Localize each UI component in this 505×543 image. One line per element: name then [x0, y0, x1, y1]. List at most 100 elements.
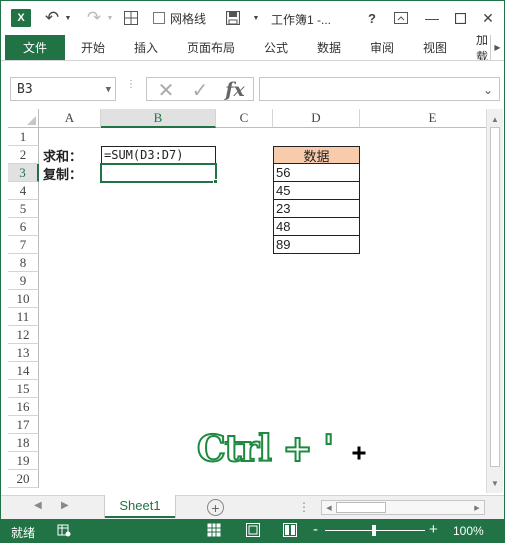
column-header-e[interactable]: E: [360, 109, 486, 128]
row-header-7[interactable]: 7: [8, 236, 39, 254]
row-header-16[interactable]: 16: [8, 398, 39, 416]
horizontal-scrollbar[interactable]: ◀ ▶: [321, 500, 485, 515]
active-cell-b3[interactable]: [100, 163, 217, 183]
status-text: 就绪: [11, 526, 36, 540]
column-header-a[interactable]: A: [39, 109, 101, 128]
tab-view[interactable]: 视图: [423, 35, 447, 60]
add-sheet-button[interactable]: +: [207, 499, 224, 516]
name-box-dropdown-icon[interactable]: ▼: [106, 85, 111, 95]
cell-d7[interactable]: 89: [273, 236, 360, 254]
sheet-next-icon[interactable]: ▶: [61, 500, 69, 511]
close-icon[interactable]: ✕: [477, 1, 499, 35]
vertical-scroll-thumb[interactable]: [490, 127, 500, 467]
cell-a2[interactable]: 求和：: [41, 146, 101, 165]
tab-insert[interactable]: 插入: [134, 35, 158, 60]
redo-icon[interactable]: ↷: [83, 1, 105, 35]
column-header-d[interactable]: D: [273, 109, 360, 128]
horizontal-scroll-thumb[interactable]: [336, 502, 386, 513]
scroll-up-icon[interactable]: ▲: [487, 111, 503, 127]
row-header-1[interactable]: 1: [8, 128, 39, 146]
tab-file[interactable]: 文件: [5, 35, 65, 60]
ribbon-scroll-right-icon[interactable]: ▶: [490, 35, 504, 60]
tab-page-layout[interactable]: 页面布局: [187, 35, 235, 60]
tab-home[interactable]: 开始: [81, 35, 105, 60]
help-icon[interactable]: ?: [363, 1, 381, 35]
row-header-2[interactable]: 2: [8, 146, 39, 164]
vertical-scrollbar[interactable]: ▲ ▼: [486, 109, 503, 493]
column-header-b[interactable]: B: [101, 109, 216, 128]
zoom-out-button[interactable]: -: [313, 521, 318, 538]
quick-access-dropdown-icon[interactable]: ▼: [249, 1, 263, 35]
tab-data[interactable]: 数据: [317, 35, 341, 60]
row-header-8[interactable]: 8: [8, 254, 39, 272]
cancel-icon[interactable]: ✕: [151, 79, 181, 102]
cell-a3[interactable]: 复制：: [41, 164, 101, 183]
row-header-17[interactable]: 17: [8, 416, 39, 434]
row-header-18[interactable]: 18: [8, 434, 39, 452]
redo-dropdown-icon[interactable]: ▼: [105, 1, 115, 35]
fill-handle[interactable]: [213, 179, 218, 184]
status-bar: 就绪 - + 100%: [1, 519, 504, 542]
undo-dropdown-icon[interactable]: ▼: [63, 1, 73, 35]
row-header-20[interactable]: 20: [8, 470, 39, 488]
enter-icon[interactable]: ✓: [185, 79, 215, 102]
row-header-11[interactable]: 11: [8, 308, 39, 326]
row-header-15[interactable]: 15: [8, 380, 39, 398]
row-header-5[interactable]: 5: [8, 200, 39, 218]
name-box-value: B3: [17, 81, 33, 97]
cell-d2[interactable]: 数据: [273, 146, 360, 165]
row-header-4[interactable]: 4: [8, 182, 39, 200]
save-icon[interactable]: [223, 1, 243, 35]
undo-icon[interactable]: ↶: [41, 1, 63, 35]
zoom-slider-thumb[interactable]: [372, 525, 376, 536]
cell-d4[interactable]: 45: [273, 182, 360, 200]
sheet-prev-icon[interactable]: ◀: [34, 500, 42, 511]
normal-view-icon[interactable]: [207, 523, 221, 537]
column-header-c[interactable]: C: [216, 109, 273, 128]
cell-d3[interactable]: 56: [273, 164, 360, 182]
row-header-6[interactable]: 6: [8, 218, 39, 236]
gridlines-checkbox[interactable]: [153, 12, 165, 24]
row-header-19[interactable]: 19: [8, 452, 39, 470]
row-header-10[interactable]: 10: [8, 290, 39, 308]
tab-formulas[interactable]: 公式: [264, 35, 288, 60]
row-header-14[interactable]: 14: [8, 362, 39, 380]
formula-bar: B3 ▼ ⋮ ✕ ✓ fx ⌄: [1, 77, 504, 102]
insert-function-button[interactable]: fx: [219, 79, 251, 101]
zoom-in-button[interactable]: +: [429, 521, 438, 538]
cell-b2[interactable]: =SUM(D3:D7): [101, 146, 216, 164]
page-break-preview-icon[interactable]: [283, 523, 297, 537]
ribbon-display-icon[interactable]: [391, 1, 411, 35]
sheet-tabs-bar: ◀ ▶ Sheet1 + ⋮ ◀ ▶: [1, 495, 504, 519]
row-header-3[interactable]: 3: [8, 164, 39, 182]
tab-review[interactable]: 审阅: [370, 35, 394, 60]
tab-addins[interactable]: 加载: [476, 35, 490, 60]
sheet-tab-sheet1[interactable]: Sheet1: [105, 495, 175, 518]
borders-icon[interactable]: [121, 1, 141, 35]
macro-record-icon[interactable]: [57, 523, 71, 537]
cell-d5[interactable]: 23: [273, 200, 360, 218]
expand-formula-bar-icon[interactable]: ⌄: [483, 83, 493, 97]
excel-window: X ↶ ▼ ↷ ▼ 网格线 ▼ 工作簿1 -... ? — ✕ 文件 开始 插入…: [0, 0, 505, 543]
excel-logo-icon[interactable]: X: [11, 9, 31, 27]
scroll-right-icon[interactable]: ▶: [471, 502, 483, 514]
cross-cursor-icon: [352, 446, 366, 460]
maximize-icon[interactable]: [449, 1, 471, 35]
row-header-13[interactable]: 13: [8, 344, 39, 362]
formula-input[interactable]: ⌄: [259, 77, 500, 101]
cell-d6[interactable]: 48: [273, 218, 360, 236]
name-box[interactable]: B3 ▼: [10, 77, 116, 101]
zoom-level[interactable]: 100%: [453, 524, 484, 538]
row-header-12[interactable]: 12: [8, 326, 39, 344]
minimize-icon[interactable]: —: [421, 1, 443, 35]
formula-bar-grip-icon[interactable]: ⋮: [126, 80, 136, 95]
select-all-corner[interactable]: [8, 109, 39, 128]
row-header-9[interactable]: 9: [8, 272, 39, 290]
ribbon-collapsed-area: [1, 61, 504, 77]
ribbon-tabs: 文件 开始 插入 页面布局 公式 数据 审阅 视图 加载 ▶: [1, 35, 504, 61]
scroll-left-icon[interactable]: ◀: [323, 502, 335, 514]
title-bar: X ↶ ▼ ↷ ▼ 网格线 ▼ 工作簿1 -... ? — ✕: [1, 1, 504, 35]
scroll-down-icon[interactable]: ▼: [487, 475, 503, 491]
tab-splitter-icon[interactable]: ⋮: [298, 500, 310, 514]
page-layout-view-icon[interactable]: [246, 523, 260, 537]
